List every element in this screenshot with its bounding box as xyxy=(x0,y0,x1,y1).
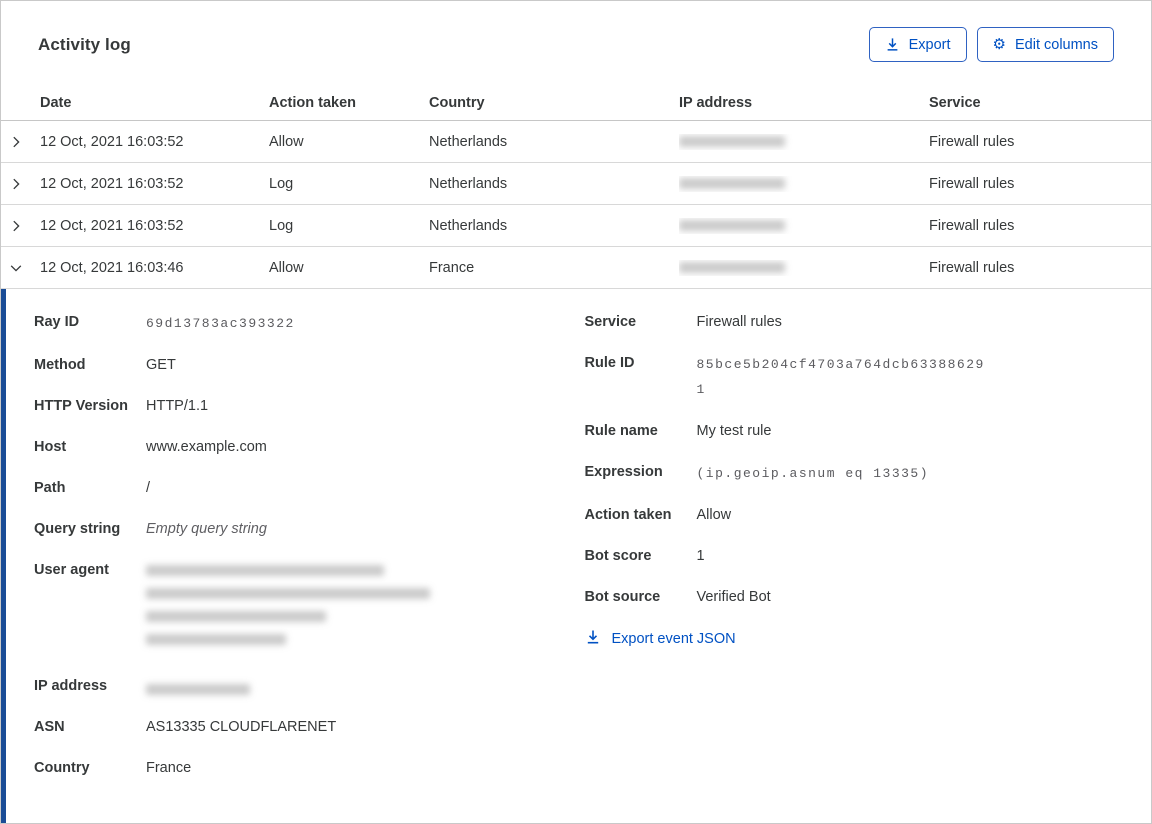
table-row[interactable]: 12 Oct, 2021 16:03:52 Log Netherlands Fi… xyxy=(1,205,1151,247)
edit-columns-button[interactable]: ⚙ Edit columns xyxy=(976,27,1114,62)
detail-label: HTTP Version xyxy=(34,398,129,414)
ip-address-redacted-value xyxy=(146,683,250,695)
table-row[interactable]: 12 Oct, 2021 16:03:52 Allow Netherlands … xyxy=(1,121,1151,163)
row-service: Firewall rules xyxy=(929,175,1015,192)
detail-label: Bot score xyxy=(584,548,652,564)
chevron-right-icon[interactable] xyxy=(1,135,40,149)
http-version-value: HTTP/1.1 xyxy=(146,398,209,414)
detail-label: Path xyxy=(34,480,66,496)
export-button-label: Export xyxy=(908,36,951,53)
detail-label: IP address xyxy=(34,678,108,694)
method-value: GET xyxy=(146,357,176,373)
redacted-ip-value xyxy=(679,178,785,190)
table-row-expanded[interactable]: 12 Oct, 2021 16:03:46 Allow France Firew… xyxy=(1,247,1151,289)
row-action: Log xyxy=(269,217,294,234)
export-button[interactable]: Export xyxy=(868,27,967,62)
column-header-action-taken: Action taken xyxy=(269,95,357,111)
row-service: Firewall rules xyxy=(929,217,1015,234)
detail-label: Rule name xyxy=(584,423,658,439)
detail-label: Action taken xyxy=(584,507,672,523)
row-country: France xyxy=(429,259,475,276)
detail-left-column: Ray ID 69d13783ac393322 Method GET HTTP Ve… xyxy=(34,311,571,798)
detail-label: Service xyxy=(584,314,637,330)
chevron-right-icon[interactable] xyxy=(1,177,40,191)
detail-label: Expression xyxy=(584,464,663,480)
export-event-json-link[interactable]: Export event JSON xyxy=(585,629,1122,649)
rule-name-value: My test rule xyxy=(696,423,772,439)
row-country: Netherlands xyxy=(429,133,508,150)
user-agent-redacted-value xyxy=(146,559,430,657)
topbar: Activity log Export ⚙ Edit columns xyxy=(1,1,1151,86)
event-detail-panel: Ray ID 69d13783ac393322 Method GET HTTP Ve… xyxy=(1,289,1151,823)
row-date: 12 Oct, 2021 16:03:46 xyxy=(40,259,184,276)
rule-id-value: 85bce5b204cf4703a764dcb633886291 xyxy=(696,357,985,397)
country-value: France xyxy=(146,760,192,776)
row-action: Allow xyxy=(269,259,304,276)
column-header-date: Date xyxy=(40,95,72,111)
chevron-right-icon[interactable] xyxy=(1,219,40,233)
page-title: Activity log xyxy=(38,34,131,54)
row-date: 12 Oct, 2021 16:03:52 xyxy=(40,133,184,150)
chevron-down-icon[interactable] xyxy=(1,261,40,275)
detail-label: Host xyxy=(34,439,67,455)
ray-id-value: 69d13783ac393322 xyxy=(146,316,295,331)
detail-label: Rule ID xyxy=(584,355,635,371)
row-action: Log xyxy=(269,175,294,192)
host-value: www.example.com xyxy=(146,439,267,455)
detail-label: Ray ID xyxy=(34,314,80,330)
detail-label: Method xyxy=(34,357,86,373)
asn-value: AS13335 CLOUDFLARENET xyxy=(146,719,337,735)
detail-label: ASN xyxy=(34,719,65,735)
edit-columns-button-label: Edit columns xyxy=(1014,36,1098,53)
row-service: Firewall rules xyxy=(929,259,1015,276)
redacted-ip-value xyxy=(679,262,785,274)
export-event-json-label: Export event JSON xyxy=(611,631,736,647)
detail-label: Query string xyxy=(34,521,121,537)
row-country: Netherlands xyxy=(429,175,508,192)
detail-label: Country xyxy=(34,760,90,776)
redacted-ip-value xyxy=(679,136,785,148)
row-date: 12 Oct, 2021 16:03:52 xyxy=(40,175,184,192)
activity-table: Date Action taken Country IP address Ser… xyxy=(1,86,1151,289)
download-icon xyxy=(585,629,601,649)
path-value: / xyxy=(146,480,151,496)
redacted-ip-value xyxy=(679,220,785,232)
gear-icon: ⚙ xyxy=(992,36,1006,53)
row-action: Allow xyxy=(269,133,304,150)
column-header-country: Country xyxy=(429,95,485,111)
detail-right-column: Service Firewall rules Rule ID 85bce5b204c… xyxy=(585,311,1122,798)
table-header-row: Date Action taken Country IP address Ser… xyxy=(1,86,1151,121)
toolbar: Export ⚙ Edit columns xyxy=(868,27,1114,62)
row-service: Firewall rules xyxy=(929,133,1015,150)
action-taken-value: Allow xyxy=(696,507,732,523)
row-date: 12 Oct, 2021 16:03:52 xyxy=(40,217,184,234)
column-header-service: Service xyxy=(929,95,981,111)
table-row[interactable]: 12 Oct, 2021 16:03:52 Log Netherlands Fi… xyxy=(1,163,1151,205)
activity-log-panel: Activity log Export ⚙ Edit columns Date … xyxy=(0,0,1152,824)
row-country: Netherlands xyxy=(429,217,508,234)
bot-score-value: 1 xyxy=(696,548,705,564)
download-icon xyxy=(885,37,900,52)
column-header-ip-address: IP address xyxy=(679,95,753,111)
bot-source-value: Verified Bot xyxy=(696,589,771,605)
detail-label: User agent xyxy=(34,562,109,578)
service-value: Firewall rules xyxy=(696,314,782,330)
query-string-value: Empty query string xyxy=(146,521,267,537)
expression-value: (ip.geoip.asnum eq 13335) xyxy=(696,466,930,481)
detail-label: Bot source xyxy=(584,589,661,605)
